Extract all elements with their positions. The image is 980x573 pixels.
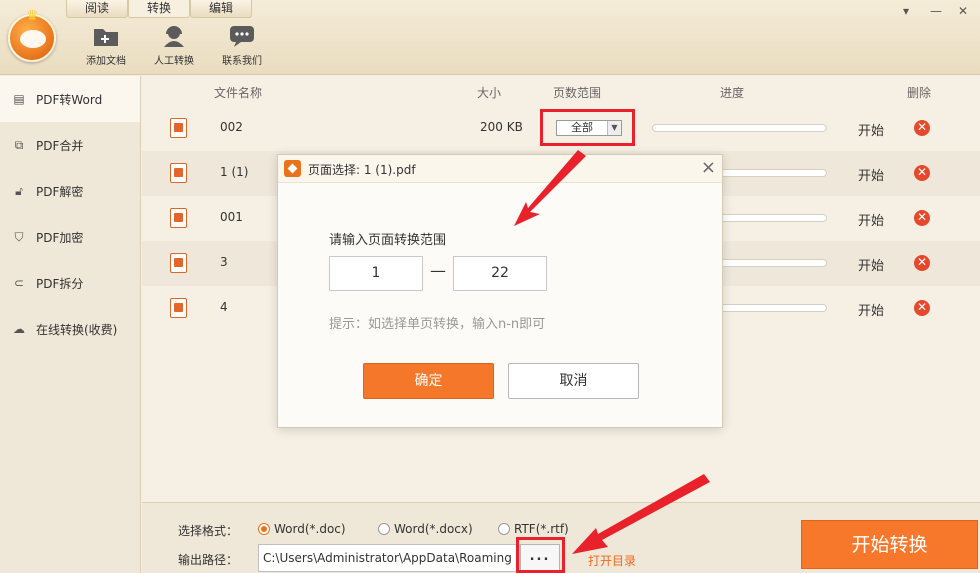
chat-bubble-icon [228,24,256,48]
contact-us-label: 联系我们 [222,56,262,67]
radio-unselected [498,523,510,535]
output-path-input[interactable]: C:\Users\Administrator\AppData\Roaming [258,544,520,572]
sidebar-item-label: 在线转换(收费) [36,322,118,337]
dialog-titlebar: 页面选择: 1 (1).pdf × [278,155,722,183]
crown-icon: ♛ [26,8,39,24]
open-directory-link[interactable]: 打开目录 [588,552,636,569]
file-size: 200 KB [480,120,523,134]
header-progress: 进度 [720,86,745,100]
format-doc-label: Word(*.doc) [274,522,346,536]
sidebar-item-label: PDF转Word [36,92,103,107]
header-file-name: 文件名称 [214,86,263,100]
sidebar-item-pdf-to-word[interactable]: ▤ PDF转Word [0,76,140,122]
range-dash: — [430,261,446,280]
range-to-input[interactable]: 22 [453,256,547,291]
manual-convert-label: 人工转换 [154,56,194,67]
tab-convert[interactable]: 转换 [128,0,190,18]
close-window-icon[interactable]: ✕ [958,4,968,18]
pdf-file-icon [170,163,187,183]
add-document-label: 添加文档 [86,56,126,67]
format-rtf-label: RTF(*.rtf) [514,522,569,536]
sidebar-item-label: PDF解密 [36,184,84,199]
close-icon[interactable]: × [701,157,716,178]
top-tabs: 阅读 转换 编辑 [66,0,252,18]
sidebar-item-pdf-split[interactable]: ⊂ PDF拆分 [0,260,140,306]
shield-icon: ⛉ [14,229,24,244]
merge-icon: ⧉ [14,137,24,152]
annotation-highlight-browse [516,537,565,573]
format-docx-radio[interactable]: Word(*.docx) [378,522,473,536]
menu-icon[interactable]: ▾ [903,4,909,18]
format-rtf-radio[interactable]: RTF(*.rtf) [498,522,569,536]
delete-icon[interactable]: ✕ [914,300,930,316]
file-name: 001 [220,210,243,224]
start-button[interactable]: 开始 [858,300,884,319]
delete-icon[interactable]: ✕ [914,120,930,136]
sidebar-item-pdf-encrypt[interactable]: ⛉ PDF加密 [0,214,140,260]
sidebar-item-online-convert[interactable]: ☁ 在线转换(收费) [0,306,140,352]
word-doc-icon: ▤ [13,92,25,106]
format-doc-radio[interactable]: Word(*.doc) [258,522,346,536]
tab-edit[interactable]: 编辑 [190,0,252,18]
cancel-button[interactable]: 取消 [508,363,639,399]
format-label: 选择格式： [178,524,239,538]
header-page-range: 页数范围 [553,86,602,100]
pdf-file-icon [170,208,187,228]
app-logo: ♛ [8,8,56,62]
header-delete: 删除 [907,86,932,100]
file-name: 4 [220,300,228,314]
start-convert-button[interactable]: 开始转换 [801,520,978,569]
dialog-prompt: 请输入页面转换范围 [329,233,447,248]
delete-icon[interactable]: ✕ [914,210,930,226]
split-icon: ⊂ [13,276,25,290]
start-button[interactable]: 开始 [858,120,884,139]
start-button[interactable]: 开始 [858,165,884,184]
delete-icon[interactable]: ✕ [914,255,930,271]
page-selection-dialog: 页面选择: 1 (1).pdf × 请输入页面转换范围 1 — 22 提示：如选… [277,154,723,428]
file-name: 002 [220,120,243,134]
table-header: 文件名称 大小 页数范围 进度 删除 [142,76,980,106]
progress-bar [652,124,827,132]
sidebar-item-pdf-decrypt[interactable]: 🔓︎ PDF解密 [0,168,140,214]
annotation-highlight-range [540,109,635,146]
app-small-icon [284,160,301,177]
contact-us-button[interactable]: 联系我们 [208,24,276,67]
tab-read[interactable]: 阅读 [66,0,128,18]
start-button[interactable]: 开始 [858,210,884,229]
cloud-icon: ☁ [13,322,25,336]
sidebar-item-label: PDF加密 [36,230,84,245]
minimize-icon[interactable]: — [930,4,942,18]
person-headset-icon [160,24,188,48]
manual-convert-button[interactable]: 人工转换 [140,24,208,67]
pdf-file-icon [170,253,187,273]
radio-unselected [378,523,390,535]
sidebar-item-label: PDF合并 [36,138,84,153]
top-toolbar: ♛ 阅读 转换 编辑 添加文档 人工转换 联系我们 ▾ — ✕ [0,0,980,75]
sidebar-item-pdf-merge[interactable]: ⧉ PDF合并 [0,122,140,168]
output-path-label: 输出路径： [178,553,239,567]
add-folder-icon [92,24,120,48]
sidebar-item-label: PDF拆分 [36,276,84,291]
radio-selected [258,523,270,535]
file-name: 1 (1) [220,165,249,179]
sidebar: ▤ PDF转Word ⧉ PDF合并 🔓︎ PDF解密 ⛉ PDF加密 ⊂ PD… [0,76,141,573]
add-document-button[interactable]: 添加文档 [72,24,140,67]
range-from-input[interactable]: 1 [329,256,423,291]
confirm-button[interactable]: 确定 [363,363,494,399]
file-name: 3 [220,255,228,269]
dialog-hint: 提示：如选择单页转换，输入n-n即可 [329,317,546,332]
pdf-file-icon [170,118,187,138]
format-docx-label: Word(*.docx) [394,522,473,536]
delete-icon[interactable]: ✕ [914,165,930,181]
header-size: 大小 [477,86,502,100]
dialog-title: 页面选择: 1 (1).pdf [308,163,416,177]
pdf-file-icon [170,298,187,318]
start-button[interactable]: 开始 [858,255,884,274]
unlock-icon: 🔓︎ [15,183,23,198]
